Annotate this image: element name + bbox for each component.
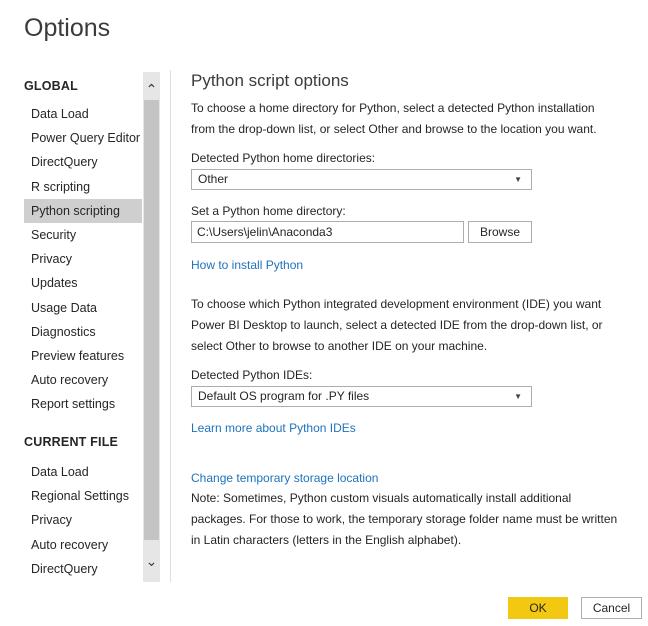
detected-home-dropdown[interactable]: Other ▼ — [191, 169, 532, 190]
sidebar-item-python-scripting[interactable]: Python scripting — [24, 198, 142, 223]
window-title: Options — [24, 14, 111, 42]
sidebar-item-directquery[interactable]: DirectQuery — [24, 150, 142, 174]
sidebar-scrollbar[interactable]: ⌃ ⌄ — [143, 72, 160, 582]
sidebar-item-updates[interactable]: Updates — [24, 271, 142, 295]
page-heading: Python script options — [191, 71, 349, 90]
sidebar-current-item-directquery[interactable]: DirectQuery — [24, 557, 142, 581]
scroll-up-arrow-icon[interactable]: ⌃ — [143, 78, 160, 100]
detected-ide-dropdown[interactable]: Default OS program for .PY files ▼ — [191, 386, 532, 407]
dropdown-caret-icon: ▼ — [514, 392, 522, 401]
sidebar-item-security[interactable]: Security — [24, 223, 142, 247]
sidebar-item-privacy[interactable]: Privacy — [24, 247, 142, 271]
sidebar-item-data-load[interactable]: Data Load — [24, 102, 142, 126]
browse-button[interactable]: Browse — [468, 221, 532, 243]
sidebar-current-item-data-load[interactable]: Data Load — [24, 460, 142, 484]
sidebar-item-report-settings[interactable]: Report settings — [24, 392, 142, 416]
sidebar-item-diagnostics[interactable]: Diagnostics — [24, 320, 142, 344]
current-file-section-heading: CURRENT FILE — [24, 435, 119, 449]
sidebar-current-item-auto-recovery[interactable]: Auto recovery — [24, 533, 142, 557]
sidebar-current-item-privacy[interactable]: Privacy — [24, 508, 142, 532]
detected-home-label: Detected Python home directories: — [191, 151, 376, 165]
detected-home-value: Other — [198, 172, 229, 186]
detected-ide-value: Default OS program for .PY files — [198, 389, 370, 403]
detected-ide-label: Detected Python IDEs: — [191, 368, 313, 382]
home-directory-intro-line-1: To choose a home directory for Python, s… — [191, 101, 595, 115]
sidebar-divider — [170, 70, 171, 582]
change-storage-location-link[interactable]: Change temporary storage location — [191, 471, 378, 485]
home-directory-intro-line-2: from the drop-down list, or select Other… — [191, 122, 597, 136]
sidebar-current-item-regional-settings[interactable]: Regional Settings — [24, 484, 142, 508]
storage-note-line-2: packages. For those to work, the tempora… — [191, 512, 618, 526]
sidebar-item-auto-recovery[interactable]: Auto recovery — [24, 368, 142, 392]
cancel-button[interactable]: Cancel — [581, 597, 642, 619]
scrollbar-thumb[interactable] — [144, 100, 159, 540]
sidebar-item-r-scripting[interactable]: R scripting — [24, 175, 142, 199]
how-to-install-python-link[interactable]: How to install Python — [191, 258, 303, 272]
global-section-heading: GLOBAL — [24, 79, 78, 93]
sidebar-item-preview-features[interactable]: Preview features — [24, 344, 142, 368]
set-home-label: Set a Python home directory: — [191, 204, 346, 218]
scroll-down-arrow-icon[interactable]: ⌄ — [143, 550, 160, 572]
ide-intro-line-1: To choose which Python integrated develo… — [191, 297, 602, 311]
ok-button[interactable]: OK — [508, 597, 568, 619]
storage-note-line-1: Note: Sometimes, Python custom visuals a… — [191, 491, 572, 505]
dropdown-caret-icon: ▼ — [514, 175, 522, 184]
ide-intro-line-2: Power BI Desktop to launch, select a det… — [191, 318, 603, 332]
ide-intro-line-3: select Other to browse to another IDE on… — [191, 339, 488, 353]
sidebar-item-power-query-editor[interactable]: Power Query Editor — [24, 126, 142, 150]
sidebar-item-usage-data[interactable]: Usage Data — [24, 296, 142, 320]
home-directory-input[interactable] — [191, 221, 464, 243]
learn-more-ide-link[interactable]: Learn more about Python IDEs — [191, 421, 356, 435]
storage-note-line-3: in Latin characters (letters in the Engl… — [191, 533, 462, 547]
